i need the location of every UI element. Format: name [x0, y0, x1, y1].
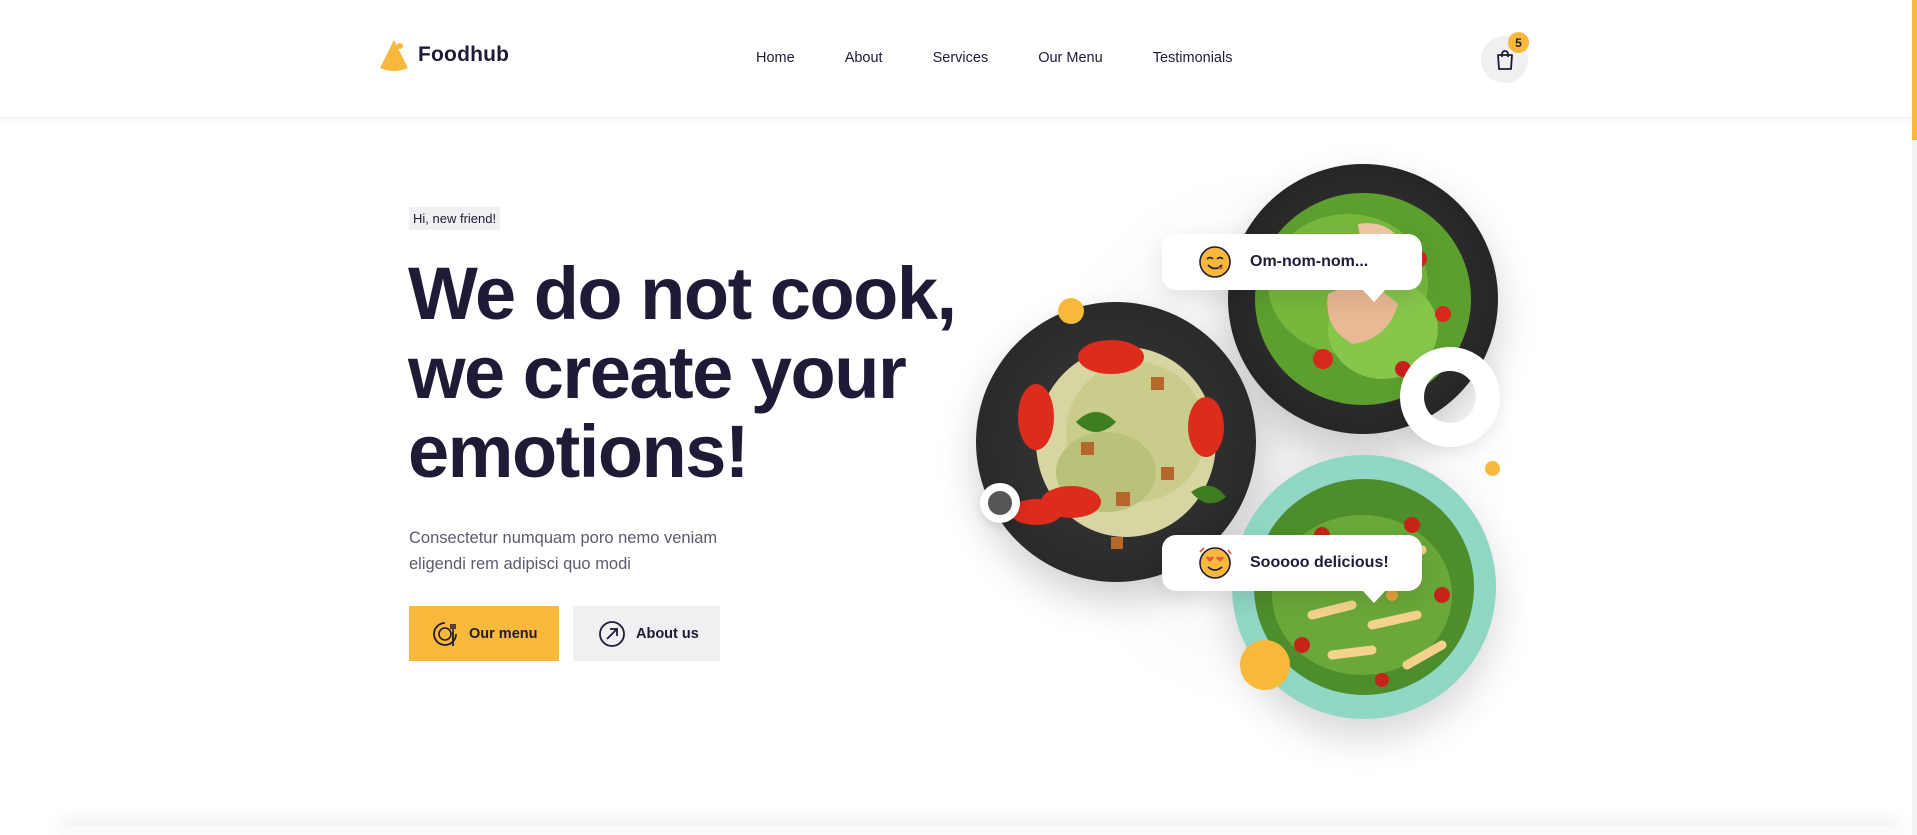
greeting-tag: Hi, new friend! [409, 207, 501, 230]
about-us-button[interactable]: About us [573, 606, 720, 661]
brand-name: Foodhub [418, 43, 510, 66]
nav-about[interactable]: About [845, 50, 883, 66]
about-us-label: About us [636, 625, 699, 642]
foodhub-logo-icon [380, 40, 408, 71]
decor-ring-white-small [980, 483, 1020, 523]
bubble-top-text: Om-nom-nom... [1250, 253, 1369, 270]
bubble-bottom-text: Sooooo delicious! [1250, 554, 1389, 571]
nav-our-menu[interactable]: Our Menu [1038, 50, 1102, 66]
site-header: Foodhub Home About Services Our Menu Tes… [0, 0, 1917, 118]
nav-services[interactable]: Services [933, 50, 989, 66]
plate-fork-icon [433, 621, 457, 646]
bubble-delicious: Sooooo delicious! [1162, 535, 1422, 603]
scroll-indicator[interactable] [1912, 0, 1917, 140]
decor-ring-white-large [1400, 347, 1500, 447]
decor-dot-yellow-large [1240, 640, 1290, 690]
love-face-emoji [1199, 547, 1232, 579]
decor-dot-yellow-small [1058, 298, 1084, 324]
cart-button[interactable]: 5 [1481, 32, 1529, 83]
headline-line-3: emotions! [408, 410, 750, 493]
nav-home[interactable]: Home [756, 50, 795, 66]
nav-testimonials[interactable]: Testimonials [1153, 50, 1233, 66]
brand-logo[interactable]: Foodhub [378, 38, 509, 72]
yum-face-emoji [1199, 246, 1231, 278]
hero-headline: We do not cook, we create your emotions! [408, 254, 968, 491]
headline-line-2: we create your [408, 331, 907, 414]
shopping-bag-icon [1496, 49, 1513, 70]
bubble-om-nom: Om-nom-nom... [1162, 234, 1422, 302]
our-menu-label: Our menu [469, 625, 538, 642]
decor-dot-yellow-tiny [1485, 461, 1500, 476]
next-section-edge [60, 826, 1900, 835]
cart-count-badge: 5 [1508, 32, 1529, 53]
main-nav: Home About Services Our Menu Testimonial… [756, 50, 1282, 66]
arrow-up-right-circle-icon [599, 620, 625, 647]
our-menu-button[interactable]: Our menu [409, 606, 559, 661]
hero-description: Consectetur numquam poro nemo veniam eli… [409, 529, 718, 573]
headline-line-1: We do not cook, [408, 252, 957, 335]
